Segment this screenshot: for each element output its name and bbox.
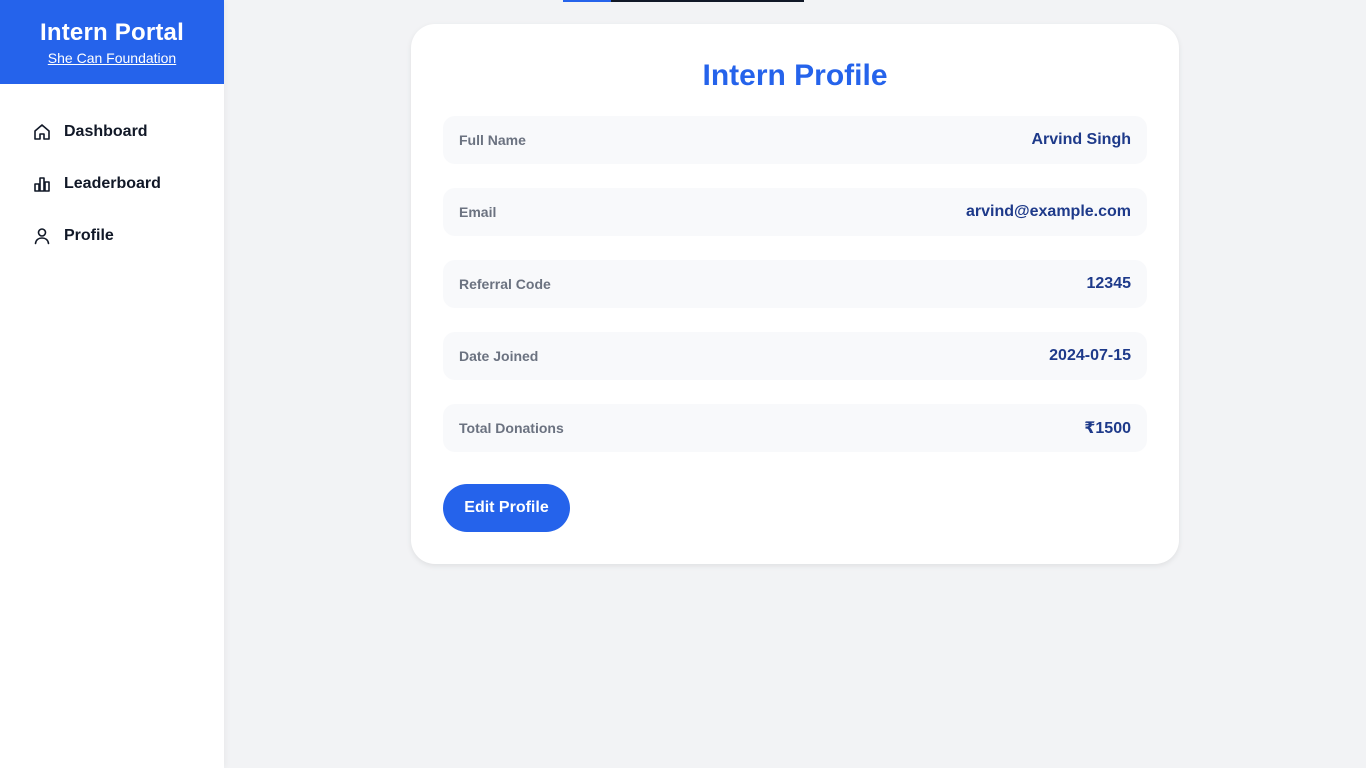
field-referral-code: Referral Code 12345 [443, 260, 1147, 308]
field-label: Full Name [459, 132, 526, 148]
field-label: Total Donations [459, 420, 564, 436]
top-progress-accent [563, 0, 611, 2]
app-root: Intern Portal She Can Foundation Dashboa… [0, 0, 1366, 768]
bar-chart-icon [32, 174, 52, 194]
sidebar-item-leaderboard[interactable]: Leaderboard [0, 164, 224, 204]
user-icon [32, 226, 52, 246]
field-value: Arvind Singh [1031, 131, 1131, 148]
field-email: Email arvind@example.com [443, 188, 1147, 236]
sidebar-item-label: Leaderboard [64, 175, 161, 192]
sidebar-item-label: Profile [64, 227, 114, 244]
field-label: Date Joined [459, 348, 539, 364]
home-icon [32, 122, 52, 142]
field-label: Referral Code [459, 276, 551, 292]
field-date-joined: Date Joined 2024-07-15 [443, 332, 1147, 380]
sidebar-item-profile[interactable]: Profile [0, 216, 224, 256]
field-value: 2024-07-15 [1049, 347, 1131, 364]
field-value: 12345 [1086, 275, 1132, 292]
field-total-donations: Total Donations ₹1500 [443, 404, 1147, 452]
field-label: Email [459, 204, 497, 220]
brand-header: Intern Portal She Can Foundation [0, 0, 224, 84]
field-value: arvind@example.com [966, 203, 1131, 220]
sidebar-nav: Dashboard Leaderboard Profile [0, 112, 224, 256]
top-progress-bar [563, 0, 804, 2]
page-title: Intern Profile [702, 59, 888, 92]
sidebar-item-dashboard[interactable]: Dashboard [0, 112, 224, 152]
sidebar-item-label: Dashboard [64, 123, 148, 140]
sidebar: Intern Portal She Can Foundation Dashboa… [0, 0, 224, 768]
field-full-name: Full Name Arvind Singh [443, 116, 1147, 164]
brand-subtitle-link[interactable]: She Can Foundation [48, 50, 176, 66]
edit-profile-button[interactable]: Edit Profile [443, 484, 570, 532]
brand-title: Intern Portal [40, 19, 184, 46]
profile-card: Intern Profile Full Name Arvind Singh Em… [411, 24, 1179, 564]
field-value: ₹1500 [1084, 420, 1131, 437]
